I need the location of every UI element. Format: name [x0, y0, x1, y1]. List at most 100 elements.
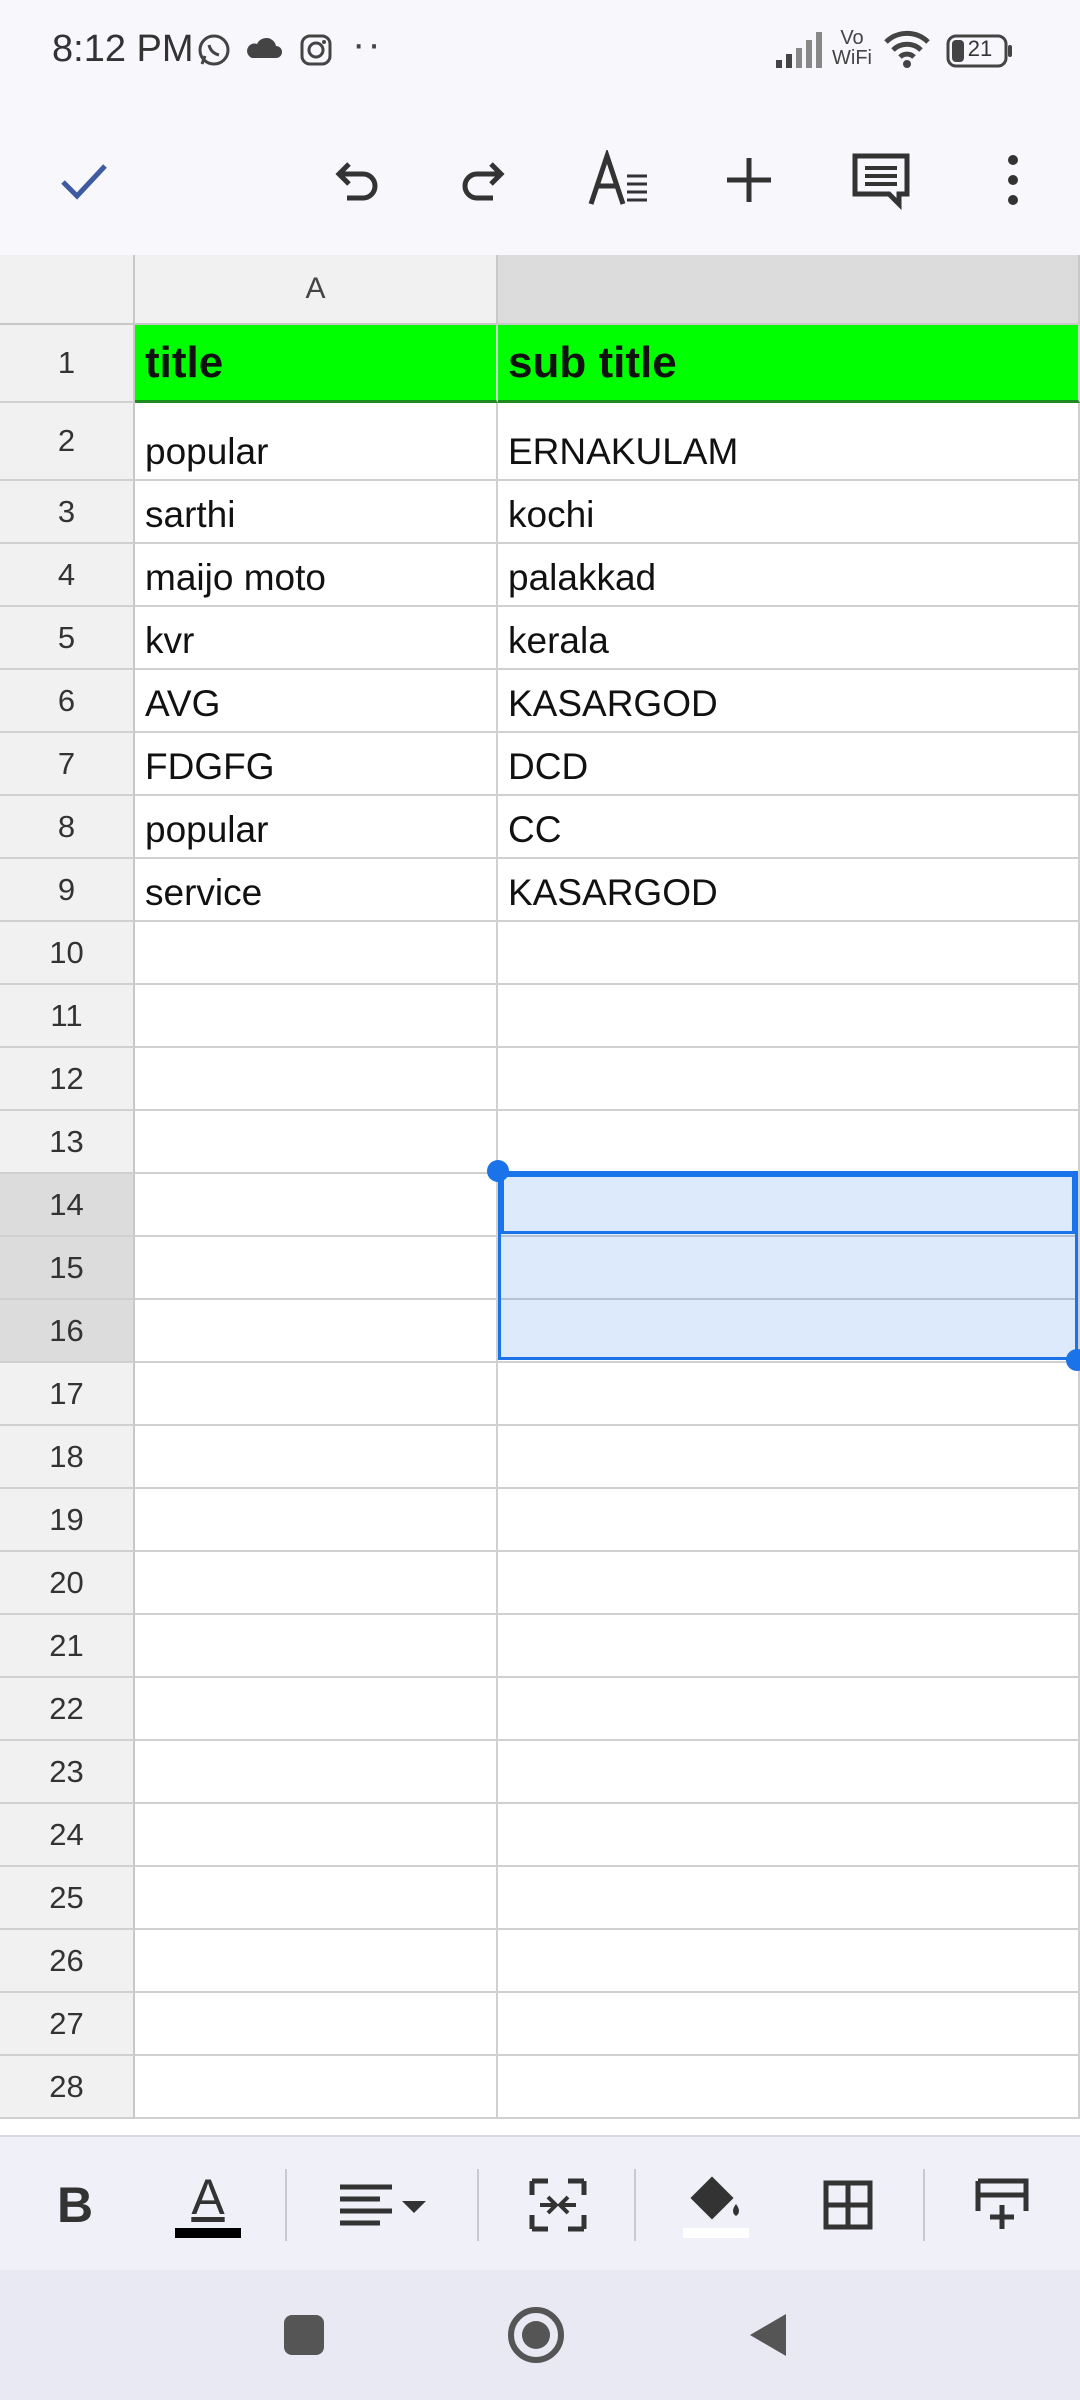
row-header-12[interactable]: 12	[0, 1048, 135, 1111]
cell-a8[interactable]: popular	[135, 796, 498, 859]
fill-color-button[interactable]	[676, 2155, 756, 2255]
home-button[interactable]	[496, 2295, 576, 2375]
cell-a1[interactable]: title	[135, 325, 498, 403]
cell-b23[interactable]	[498, 1741, 1080, 1804]
row-header-17[interactable]: 17	[0, 1363, 135, 1426]
column-header-a[interactable]: A	[135, 255, 498, 325]
active-cell-b14[interactable]	[501, 1174, 1075, 1234]
row-header-16[interactable]: 16	[0, 1300, 135, 1363]
cell-a28[interactable]	[135, 2056, 498, 2119]
row-header-23[interactable]: 23	[0, 1741, 135, 1804]
cell-b10[interactable]	[498, 922, 1080, 985]
row-header-20[interactable]: 20	[0, 1552, 135, 1615]
row-header-1[interactable]: 1	[0, 325, 135, 403]
cell-b26[interactable]	[498, 1930, 1080, 1993]
back-button[interactable]	[728, 2295, 808, 2375]
cell-b19[interactable]	[498, 1489, 1080, 1552]
insert-button[interactable]	[704, 135, 794, 225]
cell-a25[interactable]	[135, 1867, 498, 1930]
cell-a15[interactable]	[135, 1237, 498, 1300]
row-header-21[interactable]: 21	[0, 1615, 135, 1678]
cell-a9[interactable]: service	[135, 859, 498, 922]
cell-a20[interactable]	[135, 1552, 498, 1615]
cell-a3[interactable]: sarthi	[135, 481, 498, 544]
cell-a23[interactable]	[135, 1741, 498, 1804]
row-header-10[interactable]: 10	[0, 922, 135, 985]
cell-b18[interactable]	[498, 1426, 1080, 1489]
row-header-26[interactable]: 26	[0, 1930, 135, 1993]
cell-b9[interactable]: KASARGOD	[498, 859, 1080, 922]
cell-b27[interactable]	[498, 1993, 1080, 2056]
cell-a2[interactable]: popular	[135, 403, 498, 481]
row-header-7[interactable]: 7	[0, 733, 135, 796]
cell-a10[interactable]	[135, 922, 498, 985]
cell-b6[interactable]: KASARGOD	[498, 670, 1080, 733]
cell-a24[interactable]	[135, 1804, 498, 1867]
cell-b7[interactable]: DCD	[498, 733, 1080, 796]
cell-a19[interactable]	[135, 1489, 498, 1552]
row-header-19[interactable]: 19	[0, 1489, 135, 1552]
row-header-11[interactable]: 11	[0, 985, 135, 1048]
row-header-6[interactable]: 6	[0, 670, 135, 733]
row-header-2[interactable]: 2	[0, 403, 135, 481]
cell-a17[interactable]	[135, 1363, 498, 1426]
cell-b22[interactable]	[498, 1678, 1080, 1741]
cell-b5[interactable]: kerala	[498, 607, 1080, 670]
row-header-24[interactable]: 24	[0, 1804, 135, 1867]
row-header-8[interactable]: 8	[0, 796, 135, 859]
cell-b21[interactable]	[498, 1615, 1080, 1678]
cell-a27[interactable]	[135, 1993, 498, 2056]
cell-selection-range[interactable]	[498, 1171, 1078, 1360]
row-header-9[interactable]: 9	[0, 859, 135, 922]
selection-handle-top[interactable]	[487, 1160, 509, 1182]
select-all-corner[interactable]	[0, 255, 135, 325]
row-header-18[interactable]: 18	[0, 1426, 135, 1489]
cell-b28[interactable]	[498, 2056, 1080, 2119]
redo-button[interactable]	[440, 135, 530, 225]
bold-button[interactable]: B	[40, 2155, 110, 2255]
cell-b3[interactable]: kochi	[498, 481, 1080, 544]
cell-b2[interactable]: ERNAKULAM	[498, 403, 1080, 481]
row-header-13[interactable]: 13	[0, 1111, 135, 1174]
cell-b24[interactable]	[498, 1804, 1080, 1867]
undo-button[interactable]	[310, 135, 400, 225]
more-options-button[interactable]	[968, 135, 1058, 225]
row-header-27[interactable]: 27	[0, 1993, 135, 2056]
cell-a26[interactable]	[135, 1930, 498, 1993]
cell-b4[interactable]: palakkad	[498, 544, 1080, 607]
cell-a21[interactable]	[135, 1615, 498, 1678]
done-button[interactable]	[38, 135, 128, 225]
row-header-4[interactable]: 4	[0, 544, 135, 607]
cell-b11[interactable]	[498, 985, 1080, 1048]
cell-a12[interactable]	[135, 1048, 498, 1111]
column-header-b[interactable]	[498, 255, 1080, 325]
cell-a16[interactable]	[135, 1300, 498, 1363]
row-header-5[interactable]: 5	[0, 607, 135, 670]
cell-a5[interactable]: kvr	[135, 607, 498, 670]
cell-b20[interactable]	[498, 1552, 1080, 1615]
cell-a7[interactable]: FDGFG	[135, 733, 498, 796]
cell-b13[interactable]	[498, 1111, 1080, 1174]
comment-button[interactable]	[836, 135, 926, 225]
row-header-15[interactable]: 15	[0, 1237, 135, 1300]
cell-a14[interactable]	[135, 1174, 498, 1237]
row-header-3[interactable]: 3	[0, 481, 135, 544]
spreadsheet-grid[interactable]: A 1 title sub title 2 popular ERNAKULAM 3 sarth…	[0, 255, 1080, 2135]
row-header-14[interactable]: 14	[0, 1174, 135, 1237]
row-header-22[interactable]: 22	[0, 1678, 135, 1741]
cell-b12[interactable]	[498, 1048, 1080, 1111]
cell-a18[interactable]	[135, 1426, 498, 1489]
cell-b25[interactable]	[498, 1867, 1080, 1930]
cell-a11[interactable]	[135, 985, 498, 1048]
cell-b17[interactable]	[498, 1363, 1080, 1426]
recents-button[interactable]	[264, 2295, 344, 2375]
insert-row-button[interactable]	[962, 2155, 1042, 2255]
borders-button[interactable]	[808, 2155, 888, 2255]
text-format-button[interactable]	[574, 135, 664, 225]
align-button[interactable]	[332, 2155, 432, 2255]
cell-b1[interactable]: sub title	[498, 325, 1080, 403]
merge-cells-button[interactable]	[518, 2155, 598, 2255]
cell-b8[interactable]: CC	[498, 796, 1080, 859]
text-color-button[interactable]: A	[168, 2155, 248, 2255]
row-header-25[interactable]: 25	[0, 1867, 135, 1930]
